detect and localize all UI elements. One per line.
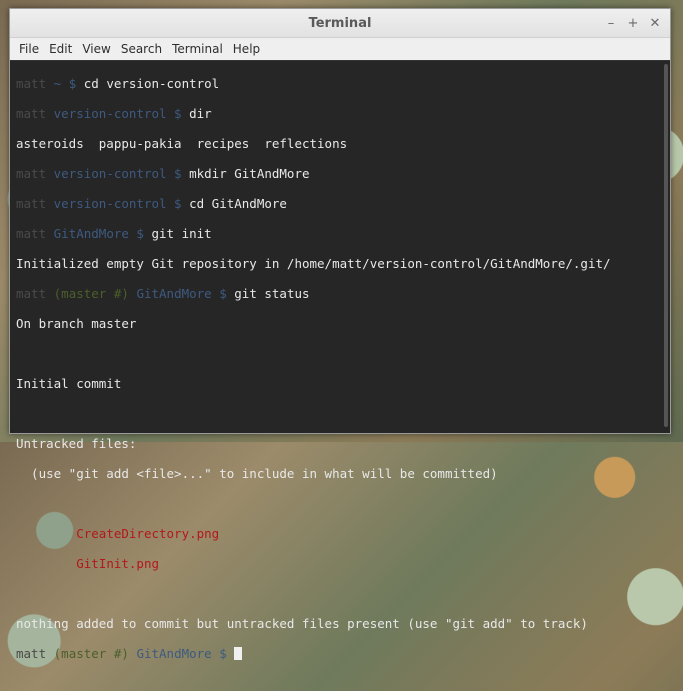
command-text: dir [181, 106, 212, 121]
menu-edit[interactable]: Edit [44, 42, 77, 56]
output-line: Untracked files: [16, 436, 137, 451]
output-line: nothing added to commit but untracked fi… [16, 616, 588, 631]
terminal-window: Terminal – + ✕ File Edit View Search Ter… [9, 8, 671, 661]
close-icon[interactable]: ✕ [646, 14, 664, 32]
scrollbar[interactable] [664, 64, 668, 427]
prompt-path: version-control $ [53, 166, 182, 181]
maximize-icon[interactable]: + [624, 14, 642, 32]
command-text: mkdir GitAndMore [181, 166, 310, 181]
prompt-user: matt [16, 76, 47, 91]
window-controls: – + ✕ [602, 14, 664, 32]
text-cursor [234, 647, 243, 660]
prompt-user: matt [16, 226, 47, 241]
terminal-line: matt version-control $ mkdir GitAndMore [16, 166, 664, 181]
prompt-user: matt [16, 286, 47, 301]
untracked-file: GitInit.png [16, 556, 160, 571]
command-text: cd GitAndMore [181, 196, 287, 211]
prompt-path: version-control $ [53, 196, 182, 211]
terminal-line: matt GitAndMore $ git init [16, 226, 664, 241]
prompt-branch: (master #) [53, 646, 129, 661]
minimize-icon[interactable]: – [602, 14, 620, 32]
menu-search[interactable]: Search [116, 42, 167, 56]
prompt-user: matt [16, 106, 47, 121]
terminal-line: matt version-control $ cd GitAndMore [16, 196, 664, 211]
prompt-path: ~ $ [53, 76, 77, 91]
prompt-branch: (master #) [53, 286, 129, 301]
menu-file[interactable]: File [14, 42, 44, 56]
output-line: On branch master [16, 316, 137, 331]
terminal-line: matt (master #) GitAndMore $ [16, 646, 664, 661]
terminal-line: matt (master #) GitAndMore $ git status [16, 286, 664, 301]
menu-terminal[interactable]: Terminal [167, 42, 228, 56]
prompt-user: matt [16, 166, 47, 181]
output-line: Initialized empty Git repository in /hom… [16, 256, 611, 271]
command-text: git status [226, 286, 310, 301]
menu-view[interactable]: View [77, 42, 115, 56]
output-line: Initial commit [16, 376, 122, 391]
menu-bar: File Edit View Search Terminal Help [10, 38, 670, 61]
prompt-path: GitAndMore $ [53, 226, 144, 241]
prompt-path: GitAndMore $ [136, 646, 227, 661]
prompt-user: matt [16, 196, 47, 211]
command-text: cd version-control [76, 76, 220, 91]
terminal-output[interactable]: matt ~ $ cd version-control matt version… [10, 60, 670, 661]
untracked-file: CreateDirectory.png [16, 526, 220, 541]
output-line: asteroids pappu-pakia recipes reflection… [16, 136, 348, 151]
terminal-line: matt version-control $ dir [16, 106, 664, 121]
prompt-user: matt [16, 646, 47, 661]
window-title: Terminal [308, 15, 372, 31]
terminal-line: matt ~ $ cd version-control [16, 76, 664, 91]
command-text: git init [143, 226, 212, 241]
prompt-path: GitAndMore $ [136, 286, 227, 301]
menu-help[interactable]: Help [228, 42, 265, 56]
prompt-path: version-control $ [53, 106, 182, 121]
title-bar[interactable]: Terminal – + ✕ [10, 9, 670, 38]
output-line: (use "git add <file>..." to include in w… [16, 466, 498, 481]
